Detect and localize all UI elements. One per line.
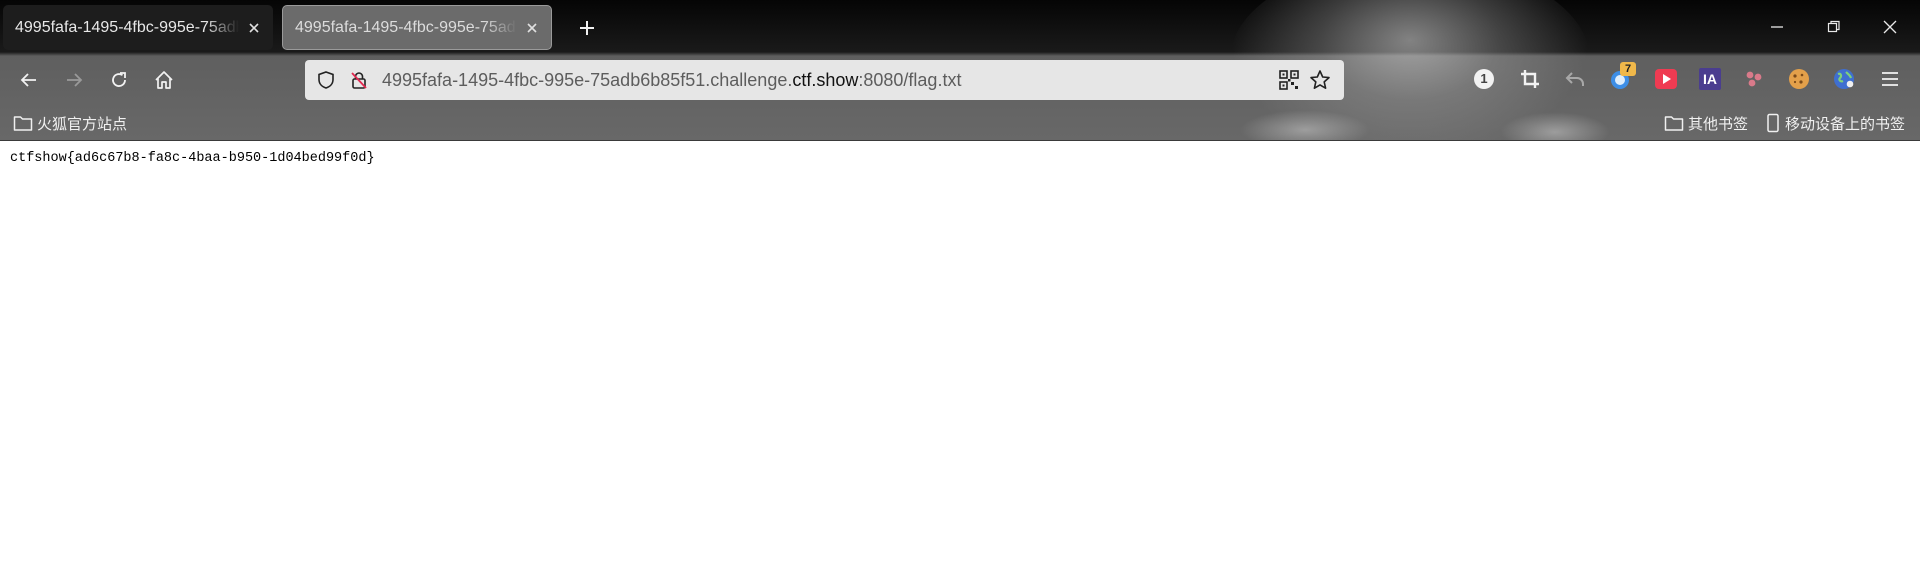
navigation-toolbar: 4995fafa-1495-4fbc-995e-75adb6b85f51.cha… xyxy=(0,56,1920,104)
tab-strip: 4995fafa-1495-4fbc-995e-75adb6b85f51.cha… xyxy=(0,0,1920,54)
qr-code-icon[interactable] xyxy=(1277,68,1301,92)
ia-extension-icon[interactable]: IA xyxy=(1697,66,1723,92)
menu-hamburger-icon[interactable] xyxy=(1877,66,1903,92)
tracking-protection-shield-icon[interactable] xyxy=(314,68,338,92)
flag-text: ctfshow{ad6c67b8-fa8c-4baa-b950-1d04bed9… xyxy=(10,151,375,166)
bookmark-label: 火狐官方站点 xyxy=(37,115,128,133)
browser-chrome: 4995fafa-1495-4fbc-995e-75adb6b85f51.cha… xyxy=(0,0,1920,141)
tab-active[interactable]: 4995fafa-1495-4fbc-995e-75adb6b85f51.cha… xyxy=(282,5,552,50)
ia-extension-label: IA xyxy=(1703,71,1717,87)
url-domain: ctf.show xyxy=(792,70,859,90)
video-player-extension-icon[interactable] xyxy=(1653,66,1679,92)
bookmarks-toolbar: 火狐官方站点 其他书签 移动设备上的书签 xyxy=(0,108,1920,138)
tab-inactive[interactable]: 4995fafa-1495-4fbc-995e-75adb6b85f51.cha… xyxy=(3,5,273,50)
url-suffix: :8080/flag.txt xyxy=(858,70,962,90)
new-tab-button[interactable] xyxy=(573,14,601,42)
mobile-icon xyxy=(1767,113,1779,133)
arrow-right-icon xyxy=(67,73,83,87)
page-content: ctfshow{ad6c67b8-fa8c-4baa-b950-1d04bed9… xyxy=(0,141,1920,563)
tab-title: 4995fafa-1495-4fbc-995e-75adb6b85f51.cha… xyxy=(295,18,517,36)
paw-extension-icon[interactable] xyxy=(1741,66,1767,92)
bookmark-folder-other[interactable]: 其他书签 xyxy=(1664,110,1748,136)
password-manager-extension-icon[interactable]: 1 xyxy=(1471,66,1497,92)
extension-badge-count: 7 xyxy=(1620,62,1636,76)
folder-icon xyxy=(13,116,33,131)
bookmark-label: 移动设备上的书签 xyxy=(1785,115,1906,133)
undo-icon[interactable] xyxy=(1562,66,1588,92)
bookmark-label: 其他书签 xyxy=(1688,115,1749,133)
bookmark-folder-mobile[interactable]: 移动设备上的书签 xyxy=(1765,110,1905,136)
arrow-left-icon xyxy=(20,73,36,87)
insecure-connection-lock-icon[interactable] xyxy=(347,68,371,92)
url-text[interactable]: 4995fafa-1495-4fbc-995e-75adb6b85f51.cha… xyxy=(382,60,961,100)
bookmark-folder-firefox-official[interactable]: 火狐官方站点 xyxy=(13,110,127,136)
url-prefix: 4995fafa-1495-4fbc-995e-75adb6b85f51.cha… xyxy=(382,70,793,90)
url-bar[interactable]: 4995fafa-1495-4fbc-995e-75adb6b85f51.cha… xyxy=(305,60,1344,100)
bookmark-star-icon[interactable] xyxy=(1308,68,1332,92)
tab-title: 4995fafa-1495-4fbc-995e-75adb6b85f51.cha… xyxy=(15,18,239,36)
close-tab-icon[interactable] xyxy=(245,19,263,37)
folder-icon xyxy=(1664,116,1684,131)
restore-button[interactable] xyxy=(1816,12,1852,42)
cookie-extension-icon[interactable] xyxy=(1786,66,1812,92)
extension-badge-label: 1 xyxy=(1480,71,1488,86)
home-button[interactable] xyxy=(148,64,180,96)
home-icon xyxy=(155,71,173,89)
close-icon xyxy=(1883,20,1897,34)
reload-button[interactable] xyxy=(103,64,135,96)
crop-screenshot-icon[interactable] xyxy=(1517,66,1543,92)
minimize-icon xyxy=(1771,26,1783,28)
plus-icon xyxy=(580,21,594,35)
restore-icon xyxy=(1827,20,1840,33)
sync-extension-icon[interactable]: 7 xyxy=(1608,62,1636,92)
close-window-button[interactable] xyxy=(1872,12,1908,42)
globe-extension-icon[interactable] xyxy=(1831,66,1857,92)
forward-button[interactable] xyxy=(58,64,90,96)
reload-icon xyxy=(112,72,126,87)
close-tab-icon[interactable] xyxy=(523,19,541,37)
minimize-button[interactable] xyxy=(1759,12,1795,42)
back-button[interactable] xyxy=(13,64,45,96)
